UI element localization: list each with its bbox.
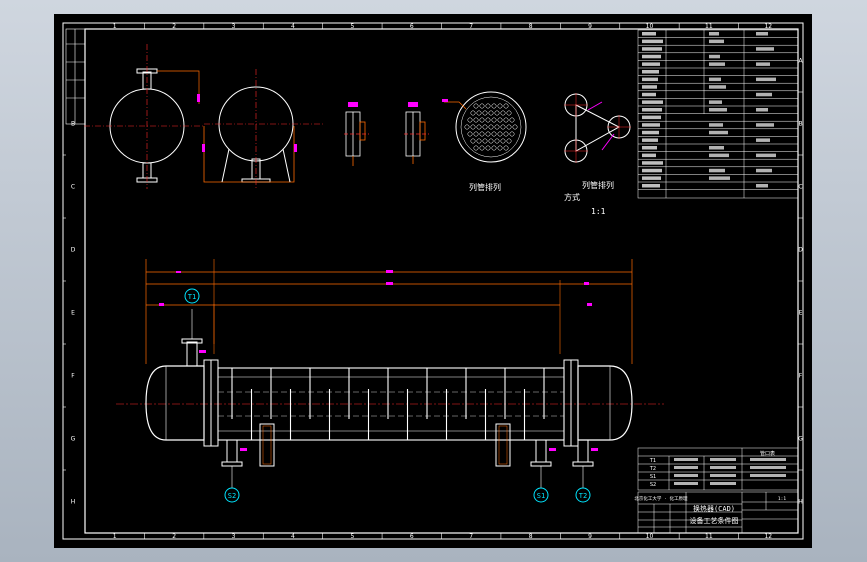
grid-col-label: 10 [646,23,654,30]
layout-mode: 方式 [564,192,580,202]
nozzle-row-id: S2 [650,482,656,488]
layout-title-1: 列管排列 [469,182,501,192]
svg-text:T1: T1 [188,293,196,301]
grid-left-labels: B C D E F G H [63,121,76,506]
nozzle-table-rows: T1 T2 S1 S2 [649,458,786,488]
grid-col-label: 2 [172,23,176,30]
svg-text:S1: S1 [537,492,545,500]
layout-scale: 1:1 [591,207,606,216]
grid-col-label: 9 [588,533,592,540]
grid-col-label: 12 [764,23,772,30]
grid-row-label: C [798,184,802,191]
grid-row-label: G [798,436,803,443]
grid-col-label: 11 [705,533,713,540]
nozzle-tag-t1: T1 [184,288,200,304]
grid-col-label: 7 [469,23,473,30]
title-scale: 1:1 [778,496,786,502]
grid-col-label: 7 [469,533,473,540]
flange-detail-2 [404,102,429,164]
heat-exchanger-drawing: 1 2 3 4 5 6 7 8 9 10 11 12 1 2 3 4 5 6 7 8 9 10 11 12 BCDEFGH … [62,22,804,540]
title-school: 北京化工大学 · 化工原理 [634,495,688,502]
grid-row-label: H [71,499,76,506]
grid-col-label: 1 [113,23,117,30]
cad-viewport[interactable]: 1 2 3 4 5 6 7 8 9 10 11 12 1 2 3 4 5 6 7 8 9 10 11 12 BCDEFGH … [54,14,812,548]
end-view-left [84,44,204,189]
grid-col-label: 1 [113,533,117,540]
grid-col-label: 12 [764,533,772,540]
nozzle-tag-s2: S2 [224,487,240,503]
nozzle-row-id: T1 [649,458,656,464]
grid-col-label: 11 [705,23,713,30]
grid-col-label: 3 [232,23,236,30]
grid-col-label: 6 [410,533,414,540]
svg-text:T2: T2 [579,492,587,500]
grid-row-label: F [799,373,803,380]
triangle-pitch-diagram [564,93,631,163]
grid-col-label: 6 [410,23,414,30]
grid-row-label: C [71,184,75,191]
spec-table [637,29,799,199]
grid-col-label: 4 [291,23,295,30]
inner-frame [84,28,799,534]
grid-col-label: 8 [529,23,533,30]
grid-col-label: 2 [172,533,176,540]
nozzle-row-id: S1 [650,474,656,480]
grid-col-label: 8 [529,533,533,540]
nozzle-row-id: T2 [649,466,656,472]
svg-text:S2: S2 [228,492,236,500]
grid-row-label: E [71,310,75,317]
grid-col-label: 4 [291,533,295,540]
title-drawing-name-2: 设备工艺条件图 [690,516,739,525]
grid-row-label: H [798,499,803,506]
nozzle-table-header: 管口表 [760,450,775,457]
binding-strip [65,28,86,125]
flange-detail-1 [344,102,369,166]
tube-sheet-layout [442,91,527,163]
grid-col-label: 9 [588,23,592,30]
end-view-right [202,69,324,189]
grid-row-label: F [71,373,75,380]
grid-row-label: E [799,310,803,317]
layout-title-2: 列管排列 [582,180,614,190]
grid-row-label: G [71,436,76,443]
grid-row-label: D [71,247,76,254]
grid-col-label: 5 [350,23,354,30]
grid-row-label: B [71,121,75,128]
nozzle-tag-t2: T2 [575,487,591,503]
grid-row-label: B [798,121,802,128]
grid-col-label: 3 [232,533,236,540]
grid-col-label: 5 [350,533,354,540]
grid-col-label: 10 [646,533,654,540]
grid-row-label: D [798,247,803,254]
nozzle-tag-s1: S1 [533,487,549,503]
title-drawing-name-1: 换热器(CAD) [693,504,735,513]
